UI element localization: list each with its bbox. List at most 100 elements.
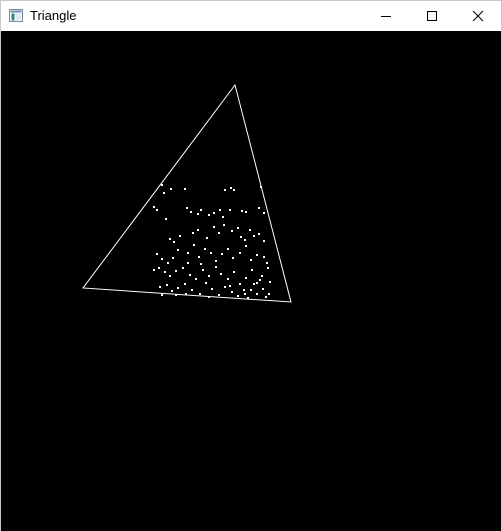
window-title: Triangle [30,8,77,23]
app-window: Triangle [0,0,502,531]
scatter-point [191,289,193,291]
scatter-point [208,275,210,277]
scatter-point [245,277,247,279]
scatter-point [249,229,251,231]
scatter-point [153,269,155,271]
scatter-point [247,297,249,299]
scatter-point [263,212,265,214]
scatter-point [233,271,235,273]
scatter-point [256,282,258,284]
scatter-point [184,283,186,285]
scatter-point [161,258,163,260]
window-app-icon [9,9,23,22]
scatter-point [218,294,220,296]
scatter-point [263,240,265,242]
minimize-icon [381,16,391,17]
scatter-point [153,206,155,208]
close-button[interactable] [455,1,501,31]
scatter-point [156,253,158,255]
scatter-point [185,293,187,295]
scatter-point [256,293,258,295]
scatter-point [170,188,172,190]
close-icon [472,10,484,22]
scatter-point [251,269,253,271]
scatter-point [187,262,189,264]
scatter-point [250,259,252,261]
scatter-point [241,210,243,212]
scatter-point [166,284,168,286]
scatter-point [245,211,247,213]
scatter-point [256,254,258,256]
title-bar[interactable]: Triangle [1,1,501,31]
scatter-point [172,257,174,259]
scatter-point [224,286,226,288]
scatter-point [258,233,260,235]
scatter-point [195,278,197,280]
maximize-icon [427,11,437,21]
scatter-point [161,184,163,186]
scatter-point [223,224,225,226]
scatter-point [261,275,263,277]
scatter-point [239,252,241,254]
scatter-point [190,211,192,213]
scatter-point [219,209,221,211]
scatter-point [231,291,233,293]
scatter-point [265,296,267,298]
scatter-point [182,267,184,269]
scatter-point [159,286,161,288]
scatter-point [237,227,239,229]
triangle-scene [82,83,292,303]
scatter-point [169,238,171,240]
scatter-point [192,232,194,234]
scatter-point [262,288,264,290]
scatter-point [189,274,191,276]
scatter-point [200,263,202,265]
scatter-point [239,283,241,285]
maximize-button[interactable] [409,1,455,31]
scatter-point [230,187,232,189]
scatter-point [215,266,217,268]
scatter-point [167,262,169,264]
scatter-point [229,285,231,287]
scatter-point [220,273,222,275]
scatter-point [171,290,173,292]
scatter-point [260,186,262,188]
scatter-point [161,294,163,296]
scatter-point [268,293,270,295]
point-cloud [153,184,271,299]
render-canvas[interactable] [1,31,501,531]
scatter-point [177,287,179,289]
scatter-point [184,188,186,190]
scatter-point [164,271,166,273]
scatter-point [187,252,189,254]
scatter-point [215,260,217,262]
scatter-point [173,241,175,243]
scatter-point [258,207,260,209]
scatter-point [227,278,229,280]
scatter-point [177,249,179,251]
scatter-point [206,237,208,239]
scatter-point [213,226,215,228]
scatter-point [240,236,242,238]
scatter-point [205,282,207,284]
scatter-point [266,262,268,264]
scatter-point [208,296,210,298]
minimize-button[interactable] [363,1,409,31]
scatter-point [156,209,158,211]
scatter-point [202,269,204,271]
scatter-point [253,283,255,285]
scatter-point [267,267,269,269]
scatter-point [193,244,195,246]
scatter-point [210,252,212,254]
scatter-point [175,270,177,272]
scatter-point [204,248,206,250]
scatter-point [165,218,167,220]
scatter-point [263,256,265,258]
scatter-point [224,189,226,191]
scatter-point [197,213,199,215]
scatter-point [250,289,252,291]
scatter-point [179,235,181,237]
scatter-point [221,253,223,255]
triangle-outline [82,83,292,303]
scatter-point [213,212,215,214]
